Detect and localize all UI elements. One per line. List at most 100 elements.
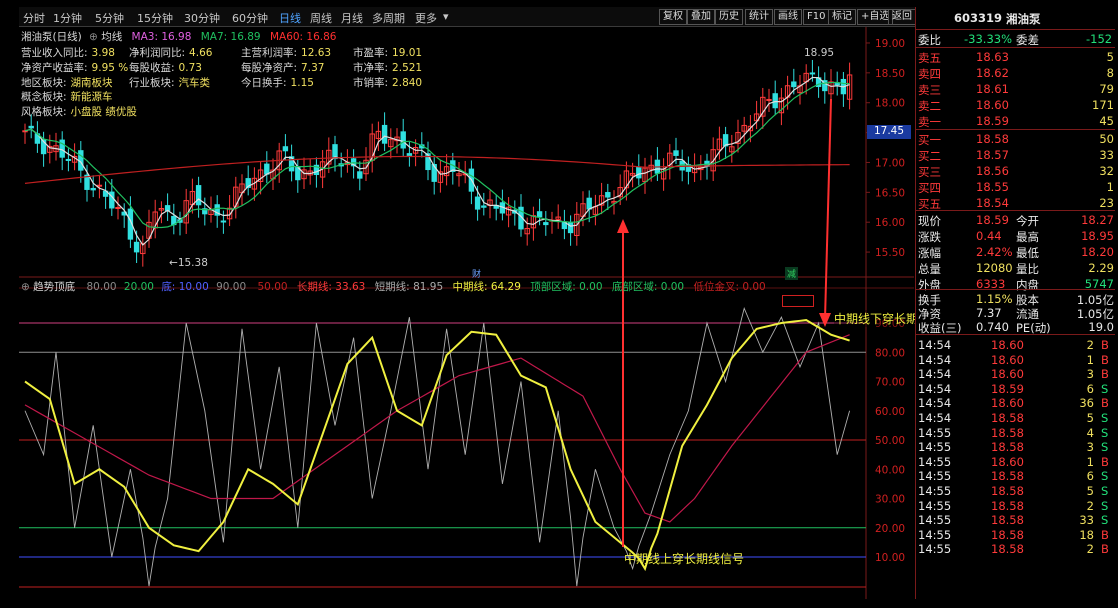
overlay-button[interactable]: 叠加 xyxy=(687,9,715,25)
fundamental-key: 市盈率: xyxy=(353,47,389,59)
fundamental-value: 汽车类 xyxy=(178,77,211,89)
candle-body xyxy=(474,196,481,210)
fundamental-item: 净利润同比: 4.66 xyxy=(129,45,212,60)
tick-direction: B xyxy=(1101,367,1109,382)
tick-time: 14:54 xyxy=(918,381,952,396)
long-line-value: 长期线: 33.63 xyxy=(296,281,366,293)
bid-volume: 32 xyxy=(1099,164,1114,178)
tick-direction: S xyxy=(1101,425,1109,440)
bid-label: 买一 xyxy=(918,133,941,147)
tick-row[interactable]: 14:55 18.58 18 B xyxy=(916,527,1115,543)
tick-row[interactable]: 14:54 18.59 6 S xyxy=(916,381,1115,397)
tab-daily[interactable]: 日线 xyxy=(279,10,301,26)
ask-label: 卖一 xyxy=(918,115,941,129)
reduce-badge[interactable]: 减 xyxy=(785,267,799,280)
short-line-value: 短期线: 81.95 xyxy=(374,281,444,293)
tick-direction: B xyxy=(1101,454,1109,469)
tab-multi-period[interactable]: 多周期 xyxy=(372,10,405,26)
settings-icon[interactable]: ⊕ xyxy=(89,31,98,43)
fundamental-value: 小盘股 绩优股 xyxy=(70,106,137,118)
indicator-lines xyxy=(24,306,851,587)
f10-button[interactable]: F10 xyxy=(803,9,830,25)
ask-row[interactable]: 卖四 18.62 8 xyxy=(916,65,1115,81)
tick-row[interactable]: 14:55 18.58 33 S xyxy=(916,512,1115,528)
indicator-tick-label: 20.00 xyxy=(875,523,905,535)
tick-direction: B xyxy=(1101,352,1109,367)
tick-price: 18.58 xyxy=(991,440,1024,455)
tab-1min[interactable]: 1分钟 xyxy=(53,10,82,26)
statistics-button[interactable]: 统计 xyxy=(745,9,773,25)
bid-price: 18.58 xyxy=(976,132,1009,146)
fundamental-value: 1.15 xyxy=(290,77,314,89)
tick-row[interactable]: 14:54 18.60 1 B xyxy=(916,352,1115,368)
bid-row[interactable]: 买二 18.57 33 xyxy=(916,147,1115,163)
tab-15min[interactable]: 15分钟 xyxy=(137,10,173,26)
quote-value: 0.44 xyxy=(976,229,1002,243)
tick-price: 18.58 xyxy=(991,498,1024,513)
bid-row[interactable]: 买五 18.54 23 xyxy=(916,195,1115,211)
draw-line-button[interactable]: 画线 xyxy=(774,9,802,25)
tab-fenshi[interactable]: 分时 xyxy=(23,10,45,26)
level-20: 20.00 xyxy=(123,281,154,293)
sell-arrow-head xyxy=(819,313,831,327)
ask-row[interactable]: 卖二 18.60 171 xyxy=(916,97,1115,113)
tick-direction: S xyxy=(1101,513,1109,528)
tick-row[interactable]: 14:54 18.60 2 B xyxy=(916,337,1115,353)
bid-volume: 33 xyxy=(1099,148,1114,162)
tick-direction: B xyxy=(1101,542,1109,557)
tick-row[interactable]: 14:55 18.58 4 S xyxy=(916,425,1115,441)
tick-volume: 2 xyxy=(1086,338,1094,352)
candle-body xyxy=(115,206,121,209)
history-button[interactable]: 历史 xyxy=(715,9,743,25)
candle-body xyxy=(357,171,363,179)
bid-row[interactable]: 买三 18.56 32 xyxy=(916,163,1115,179)
tick-price: 18.60 xyxy=(991,352,1024,367)
bid-label: 买四 xyxy=(918,181,941,195)
adjust-button[interactable]: 复权 xyxy=(659,9,687,25)
candle-body xyxy=(133,241,140,253)
tab-more[interactable]: 更多 xyxy=(415,10,437,26)
tab-60min[interactable]: 60分钟 xyxy=(232,10,268,26)
quote-row: 总量 12080 量比 2.29 xyxy=(916,260,1115,276)
tick-row[interactable]: 14:54 18.60 36 B xyxy=(916,395,1115,411)
tab-weekly[interactable]: 周线 xyxy=(310,10,332,26)
ask-row[interactable]: 卖五 18.63 5 xyxy=(916,49,1115,65)
fundamental-value: 2.521 xyxy=(392,62,423,74)
bid-row[interactable]: 买四 18.55 1 xyxy=(916,179,1115,195)
bid-price: 18.57 xyxy=(976,148,1009,162)
tab-30min[interactable]: 30分钟 xyxy=(184,10,220,26)
tick-time: 14:54 xyxy=(918,352,952,367)
tick-row[interactable]: 14:55 18.60 1 B xyxy=(916,454,1115,470)
tick-time: 14:55 xyxy=(918,484,952,498)
back-button[interactable]: 返回 xyxy=(888,9,916,25)
fundamental-item: 净资产收益率: 9.95 % xyxy=(21,60,128,75)
ask-volume: 79 xyxy=(1099,82,1114,96)
tick-row[interactable]: 14:54 18.58 5 S xyxy=(916,410,1115,426)
tab-5min[interactable]: 5分钟 xyxy=(95,10,124,26)
price-tick-label: 18.50 xyxy=(875,68,905,80)
price-tick-label: 17.00 xyxy=(875,157,905,169)
ask-row[interactable]: 卖三 18.61 79 xyxy=(916,81,1115,97)
chart-canvas[interactable]: 19.0018.5018.0017.5017.0016.5016.0015.50… xyxy=(19,27,914,599)
chevron-down-icon[interactable]: ▾ xyxy=(443,10,449,23)
quote-label: 现价 xyxy=(918,214,941,228)
candle-body xyxy=(264,163,270,175)
tick-row[interactable]: 14:55 18.58 2 B xyxy=(916,541,1115,557)
tick-row[interactable]: 14:55 18.58 6 S xyxy=(916,468,1115,484)
tick-row[interactable]: 14:55 18.58 3 S xyxy=(916,439,1115,455)
tick-row[interactable]: 14:55 18.58 2 S xyxy=(916,498,1115,514)
bid-row[interactable]: 买一 18.58 50 xyxy=(916,131,1115,147)
tick-row[interactable]: 14:54 18.60 3 B xyxy=(916,366,1115,382)
price-axis: 19.0018.5018.0017.5017.0016.5016.0015.50 xyxy=(866,38,905,259)
ask-row[interactable]: 卖一 18.59 45 xyxy=(916,113,1115,129)
tick-row[interactable]: 14:55 18.58 5 S xyxy=(916,483,1115,499)
chart-area[interactable]: 19.0018.5018.0017.5017.0016.5016.0015.50… xyxy=(19,27,955,599)
tab-monthly[interactable]: 月线 xyxy=(341,10,363,26)
mark-button[interactable]: 标记 xyxy=(828,9,856,25)
candle-body xyxy=(766,98,772,101)
indicator-settings-icon[interactable]: ⊕ xyxy=(21,281,30,293)
tick-volume: 6 xyxy=(1086,381,1094,396)
tick-volume: 4 xyxy=(1086,425,1094,440)
bid-volume: 23 xyxy=(1099,196,1114,210)
indicator-axis: 90.0080.0070.0060.0050.0040.0030.0020.00… xyxy=(19,318,905,588)
